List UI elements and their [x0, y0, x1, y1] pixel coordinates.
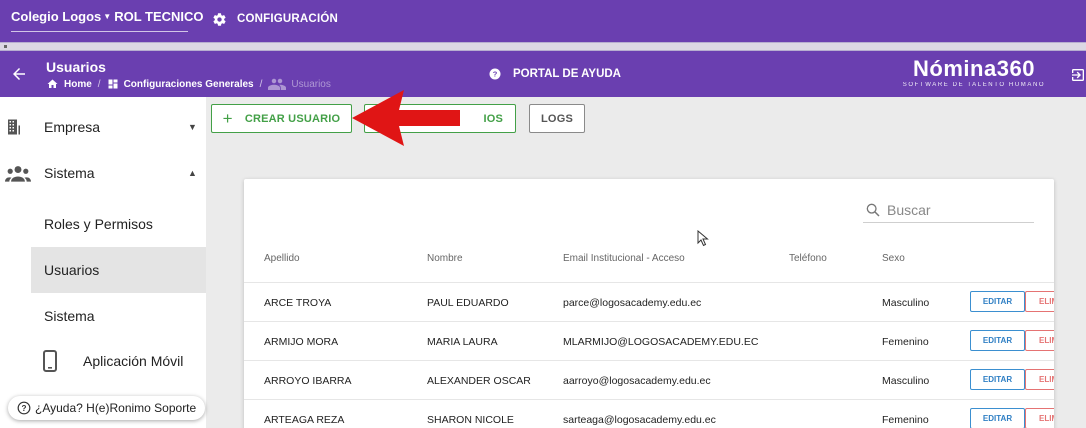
- create-user-button[interactable]: + CREAR USUARIO: [211, 104, 352, 133]
- sidebar-item-empresa[interactable]: Empresa ▼: [0, 104, 206, 150]
- mouse-cursor-icon: [697, 230, 709, 247]
- scroll-thumb[interactable]: [4, 45, 7, 48]
- breadcrumb-separator: /: [97, 78, 101, 90]
- search-icon: [866, 203, 880, 217]
- page-title: Usuarios: [46, 59, 106, 75]
- cell-sexo: Femenino: [882, 414, 929, 426]
- mobile-phone-icon: [43, 350, 57, 372]
- top-bar: Colegio Logos ▼ ROL TECNICO CONFIGURACIÓN: [0, 0, 1086, 42]
- sidebar: Empresa ▼ Sistema ▲ Roles y Permisos Usu…: [0, 97, 206, 428]
- chevron-down-icon: ▼: [188, 122, 197, 132]
- breadcrumb-home[interactable]: Home: [46, 78, 92, 90]
- breadcrumb: Home / Configuraciones Generales / Usuar…: [46, 78, 331, 90]
- table-row: ARCE TROYA PAUL EDUARDO parce@logosacade…: [244, 282, 1054, 321]
- cell-apellido: ARROYO IBARRA: [264, 375, 352, 387]
- help-circle-icon: ?: [17, 401, 31, 415]
- page-header: Usuarios Home / Configuraciones Generale…: [0, 51, 1086, 97]
- users-table-card: Apellido Nombre Email Institucional - Ac…: [244, 179, 1054, 428]
- back-arrow-icon[interactable]: [10, 65, 28, 83]
- table-row: ARMIJO MORA MARIA LAURA MLARMIJO@LOGOSAC…: [244, 321, 1054, 360]
- edit-button[interactable]: EDITAR: [970, 369, 1025, 390]
- plus-icon: +: [222, 109, 233, 128]
- home-icon: [47, 79, 58, 88]
- configuration-label: CONFIGURACIÓN: [237, 13, 338, 25]
- horizontal-scrollbar[interactable]: [0, 42, 1086, 51]
- cell-apellido: ARTEAGA REZA: [264, 414, 345, 426]
- edit-button[interactable]: EDITAR: [970, 291, 1025, 312]
- column-header-apellido[interactable]: Apellido: [264, 253, 300, 264]
- cell-apellido: ARCE TROYA: [264, 297, 332, 309]
- people-icon: [5, 166, 31, 182]
- sidebar-subitem-usuarios[interactable]: Usuarios: [31, 247, 206, 293]
- people-icon: [268, 78, 287, 90]
- school-name: Colegio Logos: [11, 9, 102, 24]
- svg-text:?: ?: [493, 70, 498, 79]
- school-role-selector[interactable]: Colegio Logos ▼ ROL TECNICO: [11, 8, 204, 32]
- cell-sexo: Femenino: [882, 336, 929, 348]
- brand-name: Nómina360: [913, 56, 1035, 81]
- caret-down-icon: ▼: [103, 12, 112, 21]
- brand-tagline: SOFTWARE DE TALENTO HUMANO: [902, 82, 1046, 88]
- help-portal-label: PORTAL DE AYUDA: [513, 68, 621, 80]
- cell-nombre: PAUL EDUARDO: [427, 297, 509, 309]
- configuration-button[interactable]: CONFIGURACIÓN: [212, 10, 338, 28]
- gear-icon: [213, 12, 226, 26]
- help-support-chip[interactable]: ? ¿Ayuda? H(e)Ronimo Soporte: [8, 396, 206, 420]
- column-header-email[interactable]: Email Institucional - Acceso: [563, 253, 685, 264]
- logs-button[interactable]: LOGS: [529, 104, 585, 133]
- svg-text:?: ?: [22, 404, 27, 413]
- help-circle-icon: ?: [489, 68, 501, 80]
- breadcrumb-usuarios: Usuarios: [268, 78, 331, 90]
- dashboard-icon: [108, 79, 118, 89]
- building-icon: [8, 119, 20, 135]
- edit-button[interactable]: EDITAR: [970, 408, 1025, 428]
- chevron-up-icon: ▲: [188, 168, 197, 178]
- cell-email: aarroyo@logosacademy.edu.ec: [563, 375, 711, 387]
- sidebar-subitem-sistema[interactable]: Sistema: [31, 293, 206, 339]
- cell-sexo: Masculino: [882, 297, 930, 309]
- column-header-telefono[interactable]: Teléfono: [789, 253, 827, 264]
- cell-sexo: Masculino: [882, 375, 930, 387]
- cell-email: MLARMIJO@LOGOSACADEMY.EDU.EC: [563, 336, 759, 348]
- column-header-nombre[interactable]: Nombre: [427, 253, 463, 264]
- breadcrumb-configuraciones[interactable]: Configuraciones Generales: [107, 78, 254, 90]
- role-name: ROL TECNICO: [114, 9, 204, 24]
- edit-button[interactable]: EDITAR: [970, 330, 1025, 351]
- search-box[interactable]: [863, 197, 1034, 223]
- cell-email: sarteaga@logosacademy.edu.ec: [563, 414, 716, 426]
- cell-nombre: ALEXANDER OSCAR: [427, 375, 531, 387]
- help-support-label: ¿Ayuda? H(e)Ronimo Soporte: [35, 401, 197, 415]
- brand-logo: Nómina360 SOFTWARE DE TALENTO HUMANO: [898, 56, 1050, 88]
- delete-button[interactable]: ELIM: [1025, 369, 1054, 390]
- help-portal-button[interactable]: ? PORTAL DE AYUDA: [489, 68, 621, 80]
- sidebar-item-sistema[interactable]: Sistema ▲: [0, 150, 206, 196]
- cell-apellido: ARMIJO MORA: [264, 336, 339, 348]
- sidebar-subitem-aplicacion-movil[interactable]: Aplicación Móvil: [0, 338, 206, 384]
- search-input[interactable]: [887, 201, 1027, 218]
- delete-button[interactable]: ELIM: [1025, 408, 1054, 428]
- cell-nombre: MARIA LAURA: [427, 336, 498, 348]
- delete-button[interactable]: ELIM: [1025, 291, 1054, 312]
- table-row: ARROYO IBARRA ALEXANDER OSCAR aarroyo@lo…: [244, 360, 1054, 399]
- breadcrumb-separator: /: [259, 78, 263, 90]
- logout-icon[interactable]: [1070, 67, 1086, 83]
- sidebar-subitem-roles[interactable]: Roles y Permisos: [31, 201, 206, 247]
- cell-email: parce@logosacademy.edu.ec: [563, 297, 702, 309]
- delete-button[interactable]: ELIM: [1025, 330, 1054, 351]
- red-arrow-annotation: [352, 90, 460, 146]
- column-header-sexo[interactable]: Sexo: [882, 253, 905, 264]
- cell-nombre: SHARON NICOLE: [427, 414, 514, 426]
- table-row: ARTEAGA REZA SHARON NICOLE sarteaga@logo…: [244, 399, 1054, 428]
